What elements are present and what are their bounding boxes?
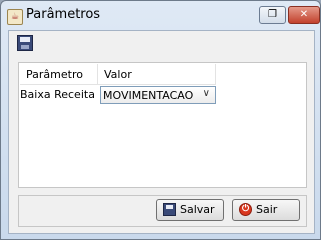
combo-selected-value: MOVIMENTACAO (103, 89, 194, 102)
close-button[interactable]: ✕ (288, 6, 320, 24)
table-row-label: Baixa Receita (20, 88, 95, 101)
window-content: Parâmetro Valor Baixa Receita MOVIMENTAC… (8, 30, 315, 234)
restore-button[interactable]: ❐ (259, 6, 286, 24)
power-icon: ⏻ (239, 203, 252, 216)
save-icon-label-band (20, 37, 30, 42)
column-header-valor[interactable]: Valor (98, 64, 216, 85)
save-icon-bottom-band (21, 45, 29, 49)
valor-combobox[interactable]: MOVIMENTACAO ∨ (100, 86, 216, 104)
sair-label: Sair (256, 203, 278, 216)
parameters-table: Parâmetro Valor Baixa Receita MOVIMENTAC… (18, 62, 307, 188)
save-icon (163, 203, 176, 216)
window: ☕ Parâmetros ❐ ✕ Parâmetro Valor Baixa R… (0, 0, 321, 240)
sair-button[interactable]: ⏻ Sair (232, 199, 300, 221)
salvar-label: Salvar (180, 203, 215, 216)
button-panel: Salvar ⏻ Sair (18, 195, 307, 227)
column-header-parametro[interactable]: Parâmetro (20, 64, 98, 85)
save-icon[interactable] (17, 35, 33, 51)
window-title: Parâmetros (26, 7, 101, 22)
title-bar[interactable]: ☕ Parâmetros ❐ ✕ (1, 1, 320, 31)
java-app-icon: ☕ (7, 9, 23, 25)
chevron-down-icon[interactable]: ∨ (203, 88, 210, 99)
salvar-button[interactable]: Salvar (156, 199, 224, 221)
